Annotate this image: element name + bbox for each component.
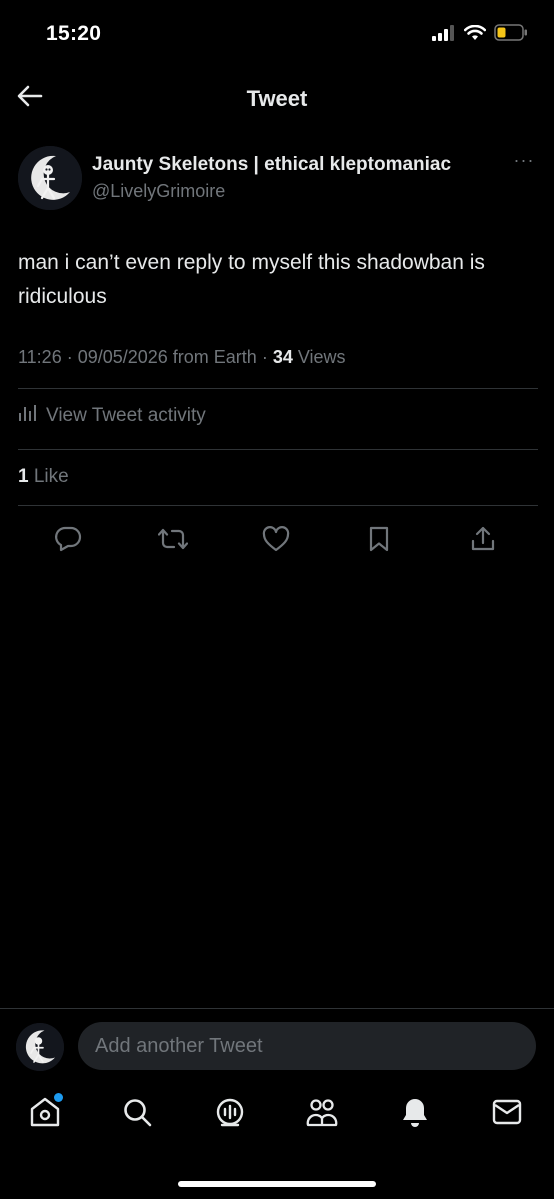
status-time: 15:20 <box>46 22 102 45</box>
share-icon <box>470 526 496 557</box>
wifi-icon <box>463 24 487 46</box>
tweet-timestamp: 11:26 · 09/05/2026 from Earth · <box>18 347 273 367</box>
analytics-icon <box>18 404 36 428</box>
author-row: Jaunty Skeletons | ethical kleptomaniac … <box>18 140 538 212</box>
like-icon <box>262 525 290 557</box>
page-title: Tweet <box>246 86 308 111</box>
tab-home[interactable] <box>25 1092 65 1134</box>
tab-spaces[interactable] <box>210 1094 250 1134</box>
reply-button[interactable] <box>50 523 86 559</box>
messages-icon <box>492 1099 522 1130</box>
divider <box>18 449 538 450</box>
tab-notifications[interactable] <box>395 1094 435 1134</box>
avatar[interactable] <box>18 146 82 210</box>
divider <box>18 505 538 506</box>
cellular-signal-icon <box>432 24 456 46</box>
retweet-icon <box>157 527 189 556</box>
tab-search[interactable] <box>117 1094 157 1134</box>
avatar[interactable] <box>16 1023 64 1071</box>
views-count[interactable]: 34 <box>273 347 293 367</box>
reply-icon <box>54 526 82 557</box>
bottom-tab-bar <box>0 1086 554 1146</box>
search-icon <box>122 1097 152 1132</box>
likes-summary[interactable]: 1 Like <box>18 466 69 488</box>
communities-icon <box>305 1096 339 1133</box>
home-indicator[interactable] <box>178 1181 376 1187</box>
notifications-icon <box>400 1096 430 1133</box>
retweet-button[interactable] <box>155 523 191 559</box>
author-display-name[interactable]: Jaunty Skeletons | ethical kleptomaniac <box>92 154 451 176</box>
skeleton-moon-avatar <box>16 1023 64 1071</box>
tweet-actions <box>18 523 538 563</box>
tab-messages[interactable] <box>487 1094 527 1134</box>
bookmark-button[interactable] <box>361 523 397 559</box>
unread-dot <box>54 1092 63 1102</box>
status-bar: 15:20 <box>0 0 554 70</box>
add-tweet-input[interactable]: Add another Tweet <box>78 1022 536 1070</box>
view-tweet-activity-button[interactable]: View Tweet activity <box>18 404 206 428</box>
tweet-header: Tweet <box>0 70 554 128</box>
battery-low-icon <box>494 24 528 46</box>
more-options-button[interactable]: ··· <box>510 151 538 174</box>
tweet-meta: 11:26 · 09/05/2026 from Earth · 34 Views <box>18 347 346 368</box>
author-handle[interactable]: @LivelyGrimoire <box>92 181 225 202</box>
status-icons <box>432 24 528 46</box>
share-button[interactable] <box>465 523 501 559</box>
tab-communities[interactable] <box>302 1094 342 1134</box>
activity-label: View Tweet activity <box>46 405 206 426</box>
likes-count: 1 <box>18 466 29 487</box>
likes-label: Like <box>28 466 69 487</box>
tweet-text: man i can’t even reply to myself this sh… <box>18 251 485 308</box>
bookmark-icon <box>368 526 390 557</box>
divider <box>18 388 538 389</box>
home-icon <box>29 1092 63 1133</box>
spaces-icon <box>214 1096 246 1133</box>
tweet-detail: Jaunty Skeletons | ethical kleptomaniac … <box>18 140 538 551</box>
like-button[interactable] <box>258 523 294 559</box>
views-label: Views <box>292 347 346 367</box>
skeleton-moon-avatar <box>18 146 82 210</box>
reply-composer: Add another Tweet <box>0 1008 554 1082</box>
